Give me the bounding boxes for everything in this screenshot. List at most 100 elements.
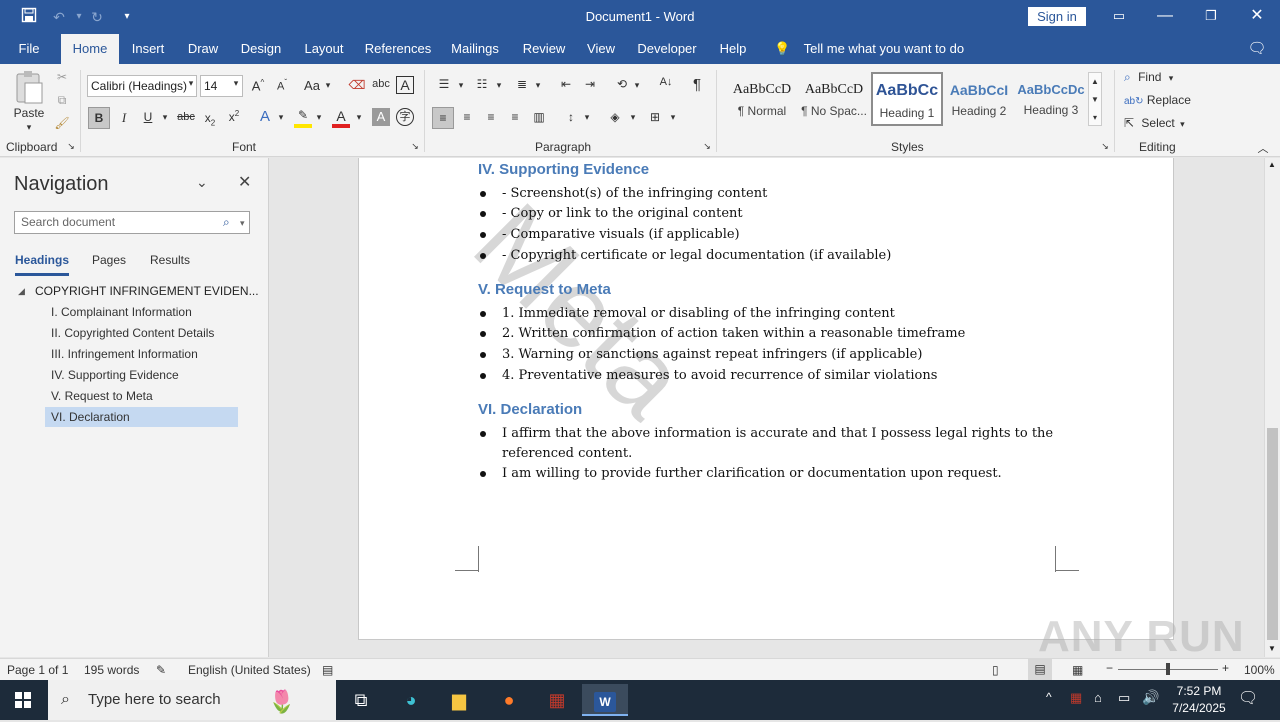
paste-icon[interactable] — [12, 70, 46, 110]
change-case-button[interactable]: Aa — [302, 78, 322, 93]
multilevel-dropdown-icon[interactable]: ▾ — [533, 80, 543, 91]
clear-formatting-icon[interactable]: ⌫ — [348, 78, 366, 92]
multilevel-list-icon[interactable]: ≣ — [512, 77, 532, 91]
numbering-icon[interactable]: ☷ — [472, 77, 492, 91]
borders-icon[interactable]: ⊞ — [646, 110, 664, 124]
windows-start-icon[interactable] — [0, 684, 46, 716]
borders-dropdown-icon[interactable]: ▾ — [668, 112, 678, 123]
task-view-icon[interactable]: ⧉ — [338, 684, 384, 716]
proofing-icon[interactable]: ✎ — [156, 663, 166, 677]
enclose-characters-icon[interactable]: 字 — [396, 108, 414, 126]
style-normal[interactable]: AaBbCcD ¶ Normal — [726, 72, 798, 126]
restore-icon[interactable]: ❐ — [1188, 0, 1234, 34]
nav-options-icon[interactable]: ⌄ — [196, 174, 208, 191]
volume-icon[interactable]: 🔊 — [1142, 689, 1159, 706]
section-heading[interactable]: VI. Declaration — [478, 401, 582, 418]
style-heading-1[interactable]: AaBbCc Heading 1 — [871, 72, 943, 126]
tab-mailings[interactable]: Mailings — [446, 34, 504, 64]
subscript-icon[interactable]: x2 — [202, 111, 218, 127]
scroll-up-icon[interactable]: ▲ — [1268, 160, 1276, 169]
text-direction-dropdown-icon[interactable]: ▾ — [632, 80, 642, 91]
text-effects-icon[interactable]: A — [256, 108, 274, 125]
edge-icon[interactable]: ◕ — [388, 684, 434, 716]
scroll-thumb[interactable] — [1267, 428, 1278, 640]
file-explorer-icon[interactable]: ▆ — [436, 684, 482, 716]
tab-design[interactable]: Design — [237, 34, 285, 64]
nav-heading-item[interactable]: III. Infringement Information — [45, 344, 238, 364]
comments-icon[interactable]: 🗨 — [1240, 34, 1274, 64]
copy-icon[interactable]: ⧉ — [54, 93, 70, 108]
phonetic-guide-icon[interactable]: abc — [372, 78, 390, 90]
taskbar-search-input[interactable]: ⌕ Type here to search 🌷 — [48, 680, 336, 720]
firefox-icon[interactable]: ● — [486, 684, 532, 716]
text-direction-icon[interactable]: ⟲ — [612, 77, 632, 91]
collapse-triangle-icon[interactable]: ◢ — [18, 286, 25, 297]
tab-home[interactable]: Home — [61, 34, 119, 64]
print-layout-icon[interactable]: ▤ — [1028, 659, 1052, 680]
tab-draw[interactable]: Draw — [182, 34, 224, 64]
section-heading[interactable]: IV. Supporting Evidence — [478, 161, 649, 178]
format-painter-icon[interactable]: 🖌 — [54, 116, 70, 130]
bold-icon[interactable]: B — [88, 107, 110, 129]
list-item[interactable]: 2. Written confirmation of action taken … — [502, 324, 965, 344]
tab-review[interactable]: Review — [518, 34, 570, 64]
shading-icon[interactable]: ◈ — [606, 110, 624, 124]
strikethrough-icon[interactable]: abc — [176, 111, 196, 123]
text-effects-dropdown-icon[interactable]: ▾ — [276, 112, 286, 123]
decrease-indent-icon[interactable]: ⇤ — [556, 77, 576, 91]
clipboard-launcher-icon[interactable]: ↘ — [66, 141, 76, 152]
search-dropdown-icon[interactable]: ▾ — [240, 213, 245, 234]
underline-icon[interactable]: U — [140, 110, 156, 124]
line-spacing-icon[interactable]: ↕ — [562, 110, 580, 124]
style-heading-2[interactable]: AaBbCcI Heading 2 — [943, 72, 1015, 126]
zoom-in-icon[interactable]: + — [1222, 661, 1229, 675]
italic-icon[interactable]: I — [116, 110, 132, 126]
tab-insert[interactable]: Insert — [127, 34, 169, 64]
justify-icon[interactable]: ≡ — [506, 110, 524, 124]
clock[interactable]: 7:52 PM 7/24/2025 — [1160, 683, 1238, 717]
style-no-spacing[interactable]: AaBbCcD ¶ No Spac... — [798, 72, 870, 126]
network-icon[interactable]: ▭ — [1118, 690, 1130, 706]
tab-view[interactable]: View — [582, 34, 620, 64]
highlight-icon[interactable]: ✎ — [294, 108, 312, 128]
nav-heading-item[interactable]: II. Copyrighted Content Details — [45, 323, 238, 343]
align-left-icon[interactable]: ≡ — [432, 107, 454, 129]
list-item[interactable]: - Copy or link to the original content — [502, 204, 743, 224]
nav-close-icon[interactable]: ✕ — [238, 172, 251, 192]
web-layout-icon[interactable]: ▦ — [1072, 663, 1083, 677]
character-border-icon[interactable]: A — [396, 76, 414, 94]
ribbon-display-options-icon[interactable]: ▭ — [1096, 0, 1142, 34]
font-name-dropdown-icon[interactable]: ▾ — [186, 78, 196, 89]
align-center-icon[interactable]: ≡ — [458, 110, 476, 124]
font-color-icon[interactable]: A — [332, 108, 350, 128]
highlight-dropdown-icon[interactable]: ▾ — [314, 112, 324, 123]
tab-help[interactable]: Help — [714, 34, 752, 64]
superscript-icon[interactable]: x2 — [226, 109, 242, 124]
underline-dropdown-icon[interactable]: ▾ — [160, 112, 170, 123]
collapse-ribbon-icon[interactable]: ︿ — [1256, 140, 1270, 156]
document-page[interactable]: Meta IV. Supporting Evidence - Screensho… — [358, 158, 1174, 640]
nav-heading-item-selected[interactable]: VI. Declaration — [45, 407, 238, 427]
cut-icon[interactable]: ✂ — [54, 70, 70, 84]
replace-button[interactable]: ab↻ Replace — [1124, 93, 1194, 107]
list-item[interactable]: I am willing to provide further clarific… — [502, 464, 1002, 484]
tab-file[interactable]: File — [10, 34, 48, 64]
find-button[interactable]: ⌕ Find ▾ — [1124, 70, 1194, 85]
increase-indent-icon[interactable]: ⇥ — [580, 77, 600, 91]
tell-me-search[interactable]: 💡 Tell me what you want to do — [774, 34, 964, 64]
tab-references[interactable]: References — [362, 34, 434, 64]
paste-dropdown-icon[interactable]: ▾ — [22, 122, 36, 133]
search-icon[interactable]: ⌕ — [223, 212, 230, 233]
font-launcher-icon[interactable]: ↘ — [410, 141, 420, 152]
line-spacing-dropdown-icon[interactable]: ▾ — [582, 112, 592, 123]
font-size-dropdown-icon[interactable]: ▾ — [231, 78, 241, 89]
minimize-icon[interactable]: — — [1142, 0, 1188, 34]
style-heading-3[interactable]: AaBbCcDc Heading 3 — [1015, 72, 1087, 126]
vertical-scrollbar[interactable]: ▲ ▼ — [1264, 158, 1280, 657]
nav-tab-headings[interactable]: Headings — [15, 253, 70, 276]
select-button[interactable]: ⇱ Select ▾ — [1124, 116, 1194, 130]
list-item-continuation[interactable]: referenced content. — [502, 444, 632, 464]
list-item[interactable]: 3. Warning or sanctions against repeat i… — [502, 345, 922, 365]
word-count[interactable]: 195 words — [84, 663, 139, 677]
section-heading[interactable]: V. Request to Meta — [478, 281, 611, 298]
